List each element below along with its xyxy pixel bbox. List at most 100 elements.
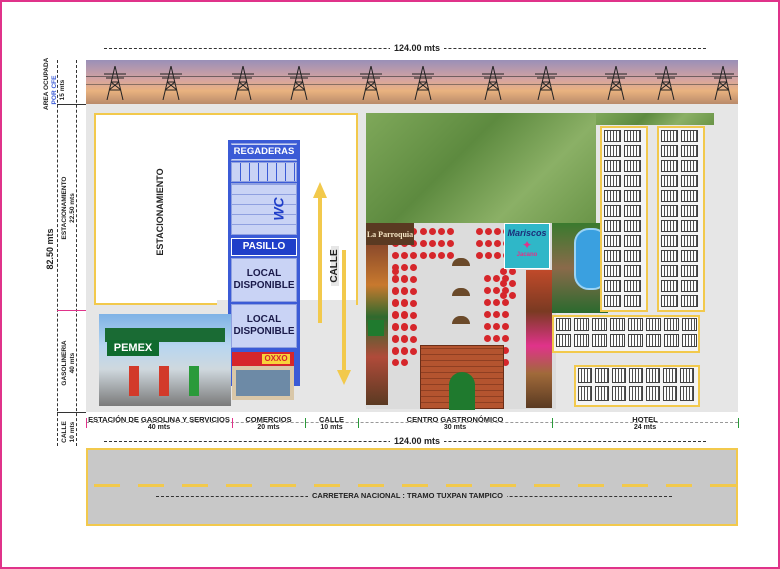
pemex-pump-2: [159, 366, 169, 396]
hotel-room: [646, 318, 661, 331]
hotel-room: [624, 295, 641, 307]
hotel-room: [624, 145, 641, 157]
table-icon: [401, 359, 408, 366]
grass-area-top: [596, 113, 714, 125]
hotel-room: [610, 334, 625, 347]
bottom-dimension-label: 124.00 mts: [390, 436, 445, 446]
mariscos-sign: Mariscos ✦ Jacano: [504, 223, 550, 269]
table-icon: [447, 240, 454, 247]
carretera-road: [86, 448, 738, 526]
table-icon: [410, 276, 417, 283]
table-icon: [476, 252, 483, 259]
table-icon: [447, 252, 454, 259]
table-icon: [493, 299, 500, 306]
hotel-room: [646, 334, 661, 347]
table-icon: [476, 240, 483, 247]
table-icon: [410, 288, 417, 295]
segment-label: COMERCIOS: [245, 415, 292, 424]
hotel-room: [661, 220, 678, 232]
hotel-room: [595, 368, 609, 383]
hotel-room: [629, 386, 643, 401]
hotel-room: [556, 334, 571, 347]
table-icon: [494, 252, 501, 259]
power-tower-icon: [655, 66, 677, 100]
hotel-room: [681, 130, 698, 142]
side-label-calle: CALLE 10 mts: [61, 412, 77, 452]
mariscos-fish-icon: ✦: [521, 238, 533, 252]
segment-width: 24 mts: [633, 424, 657, 431]
segment-label: CENTRO GASTRONÓMICO: [406, 415, 504, 424]
oxxo-store-image: OXXO: [232, 352, 294, 400]
table-icon: [420, 240, 427, 247]
table-icon: [401, 311, 408, 318]
hotel-room: [661, 280, 678, 292]
table-icon: [392, 268, 399, 275]
table-icon: [493, 275, 500, 282]
hotel-room: [604, 280, 621, 292]
hotel-room: [661, 235, 678, 247]
oxxo-label: OXXO: [264, 354, 288, 363]
hotel-room: [574, 334, 589, 347]
mariscos-label: Mariscos: [507, 228, 547, 238]
cfe-wires: [86, 76, 738, 77]
hotel-room: [592, 318, 607, 331]
hotel-room: [663, 368, 677, 383]
umbrella-icon: [452, 258, 470, 266]
mariscos-sub-label: Jacano: [516, 252, 538, 258]
segment-width: 20 mts: [257, 424, 280, 431]
hotel-room: [661, 145, 678, 157]
top-dimension-label: 124.00 mts: [390, 43, 445, 53]
power-tower-icon: [412, 66, 434, 100]
hotel-room: [604, 130, 621, 142]
hotel-room: [681, 220, 698, 232]
pasillo-label: PASILLO: [242, 241, 286, 252]
table-icon: [401, 275, 408, 282]
table-icon: [410, 264, 417, 271]
hotel-room: [610, 318, 625, 331]
segment-tick: [552, 418, 553, 428]
cfe-wires-2: [86, 84, 738, 85]
la-parroquia-label: La Parroquia: [366, 229, 414, 239]
segment-tick: [305, 418, 306, 428]
hotel-room: [661, 265, 678, 277]
table-icon: [509, 292, 516, 299]
road-dash: [622, 484, 648, 487]
gasolineria-side-text: GASOLINERIA: [61, 340, 68, 386]
segment-label: ESTACIÓN DE GASOLINA Y SERVICIOS: [88, 415, 230, 424]
hotel-room: [681, 190, 698, 202]
table-icon: [392, 299, 399, 306]
table-icon: [420, 252, 427, 259]
pemex-station-image: PEMEX: [99, 314, 231, 406]
hotel-room: [592, 334, 607, 347]
hotel-room: [624, 265, 641, 277]
table-icon: [410, 324, 417, 331]
segment-tick: [358, 418, 359, 428]
table-icon: [502, 323, 509, 330]
table-icon: [392, 323, 399, 330]
power-tower-icon: [360, 66, 382, 100]
side-label-estacionamiento: ESTACIONAMIENTO 22.50 mts: [61, 168, 77, 248]
table-icon: [509, 280, 516, 287]
hotel-room: [663, 386, 677, 401]
hotel-room: [661, 175, 678, 187]
hotel-room: [612, 386, 626, 401]
oxxo-sign: OXXO: [262, 354, 290, 364]
table-icon: [392, 275, 399, 282]
segment-width: 10 mts: [320, 424, 343, 431]
hotel-room: [624, 280, 641, 292]
table-icon: [438, 252, 445, 259]
regaderas-stalls: [231, 162, 297, 182]
table-icon: [493, 287, 500, 294]
regaderas-label: REGADERAS: [229, 145, 299, 159]
pavilion-door: [449, 372, 475, 410]
table-icon: [502, 311, 509, 318]
hotel-room: [681, 280, 698, 292]
hotel-room: [628, 334, 643, 347]
hotel-room: [661, 130, 678, 142]
hotel-room: [661, 205, 678, 217]
hotel-room: [628, 318, 643, 331]
table-icon: [420, 228, 427, 235]
table-icon: [484, 335, 491, 342]
hotel-room: [624, 130, 641, 142]
hotel-room: [604, 160, 621, 172]
